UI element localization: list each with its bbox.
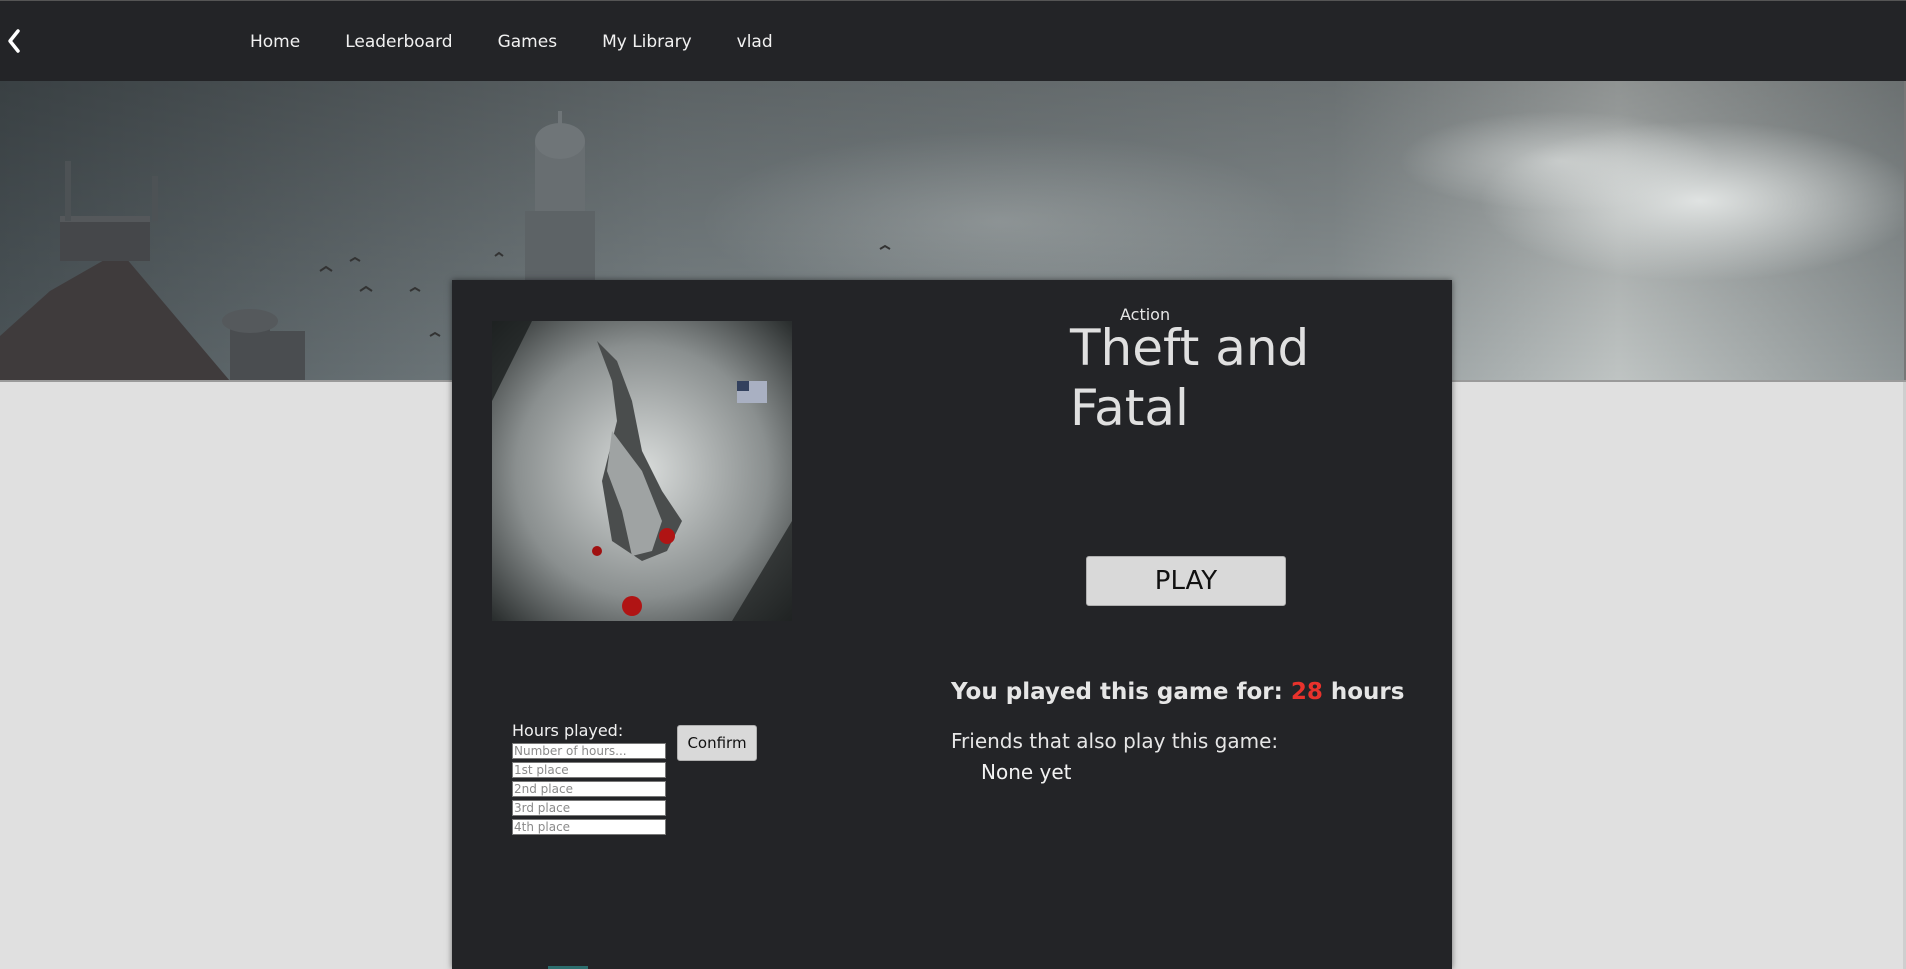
nav-my-library-link[interactable]: My Library xyxy=(602,32,692,52)
played-prefix: You played this game for: xyxy=(951,679,1283,705)
played-hours-text: You played this game for: 28 hours xyxy=(951,679,1404,705)
main-nav: Home Leaderboard Games My Library vlad xyxy=(250,1,818,82)
back-button[interactable] xyxy=(4,25,26,57)
game-cover-image xyxy=(492,321,792,621)
play-button[interactable]: PLAY xyxy=(1086,556,1286,606)
nav-leaderboard-link[interactable]: Leaderboard xyxy=(345,32,452,52)
top-navbar: Home Leaderboard Games My Library vlad xyxy=(0,0,1906,81)
hours-played-label: Hours played: xyxy=(512,721,624,740)
game-title: Theft and Fatal xyxy=(1070,319,1310,437)
played-suffix: hours xyxy=(1330,679,1405,705)
hours-input[interactable] xyxy=(512,743,666,759)
third-place-input[interactable] xyxy=(512,800,666,816)
nav-games-link[interactable]: Games xyxy=(498,32,557,52)
second-place-input[interactable] xyxy=(512,781,666,797)
fourth-place-input[interactable] xyxy=(512,819,666,835)
played-hours-value: 28 xyxy=(1290,679,1323,705)
game-detail-card: Action Theft and Fatal PLAY You played t… xyxy=(452,280,1452,969)
nav-home-link[interactable]: Home xyxy=(250,32,300,52)
first-place-input[interactable] xyxy=(512,762,666,778)
friends-label: Friends that also play this game: xyxy=(951,729,1279,753)
friends-empty-text: None yet xyxy=(981,760,1072,784)
nav-user-link[interactable]: vlad xyxy=(737,32,773,52)
confirm-button[interactable]: Confirm xyxy=(677,725,757,761)
chevron-left-icon xyxy=(8,29,20,53)
